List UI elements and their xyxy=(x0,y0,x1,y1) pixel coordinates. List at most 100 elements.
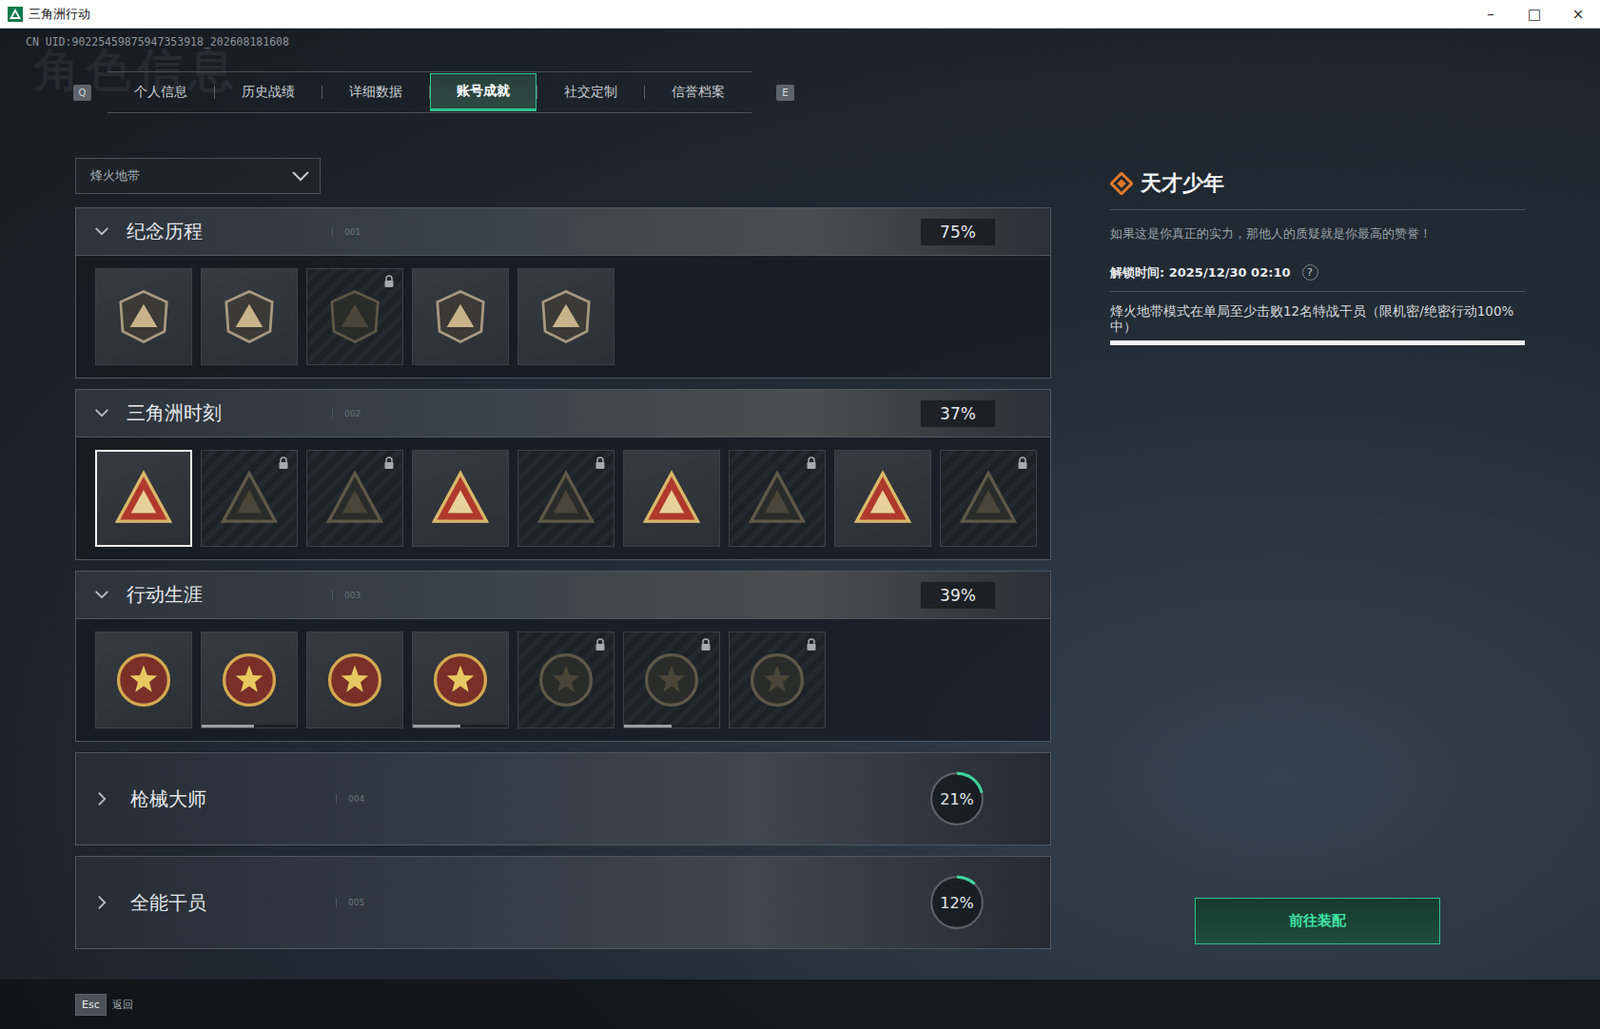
badge-tile[interactable] xyxy=(517,631,615,729)
badge-tile[interactable] xyxy=(834,449,932,547)
next-tab-key[interactable]: E xyxy=(776,84,795,101)
progress-ring: 12% xyxy=(927,873,987,933)
progress-ring: 21% xyxy=(927,769,987,829)
achievement-progress xyxy=(1110,340,1525,346)
badge-tile[interactable] xyxy=(517,449,615,547)
mode-dropdown[interactable]: 烽火地带 xyxy=(75,157,321,195)
badge-icon xyxy=(112,467,176,530)
section-number: 002 xyxy=(331,409,361,419)
chevron-down-icon xyxy=(93,589,111,601)
badge-tile[interactable] xyxy=(411,268,509,366)
badge-icon xyxy=(534,648,598,712)
tab[interactable]: 账号成就 xyxy=(429,73,537,112)
chevron-right-icon xyxy=(97,790,108,808)
badge-icon xyxy=(112,285,176,349)
chevron-down-icon xyxy=(291,170,311,182)
section-header[interactable]: 全能干员 005 12% xyxy=(76,857,1051,949)
badge-tile[interactable] xyxy=(411,449,509,547)
badge-tile[interactable] xyxy=(306,268,404,366)
achievement-requirement: 烽火地带模式在单局至少击败12名特战干员（限机密/绝密行动100%中） xyxy=(1110,303,1525,336)
section-title: 三角洲时刻 xyxy=(126,400,317,427)
window-control[interactable]: × xyxy=(1556,0,1600,28)
section-number: 005 xyxy=(335,897,365,908)
lock-icon xyxy=(805,456,818,470)
section-percent: 39% xyxy=(920,582,996,609)
tab[interactable]: 信誉档案 xyxy=(644,73,752,112)
equip-button[interactable]: 前往装配 xyxy=(1194,897,1441,945)
tab[interactable]: 历史战绩 xyxy=(214,73,322,112)
section-header[interactable]: 三角洲时刻00237% xyxy=(76,390,1051,438)
badge-tile[interactable] xyxy=(728,631,826,729)
achievement-detail: 天才少年如果这是你真正的实力，那他人的质疑就是你最高的赞誉！ 解锁时间: 2025… xyxy=(1110,157,1525,980)
badge-icon xyxy=(745,648,809,712)
badge-tile[interactable] xyxy=(623,449,721,547)
badge-tile[interactable] xyxy=(623,631,721,729)
badge-tile[interactable] xyxy=(200,268,298,366)
badge-icon xyxy=(323,285,387,349)
delta-logo-icon xyxy=(7,6,23,22)
game-window: 三角洲行动 –□×角色信息CN UID:90225459875947353918_… xyxy=(0,0,1600,1029)
badge-tile[interactable] xyxy=(728,449,826,547)
badge-icon xyxy=(956,467,1020,530)
badge-tile[interactable] xyxy=(306,631,404,729)
badge-tile[interactable] xyxy=(95,268,193,366)
badge-icon xyxy=(534,285,598,349)
achievement-description: 如果这是你真正的实力，那他人的质疑就是你最高的赞誉！ xyxy=(1110,224,1525,244)
badge-tile[interactable] xyxy=(95,449,193,547)
tab[interactable]: 社交定制 xyxy=(537,73,644,112)
badge-icon xyxy=(217,285,281,349)
badge-progress xyxy=(412,724,508,728)
badge-icon xyxy=(640,648,703,712)
footer-bar: Esc 返回 xyxy=(0,979,1600,1029)
section-number: 004 xyxy=(335,794,365,804)
help-button[interactable]: ? xyxy=(1302,264,1319,281)
achievement-section: 纪念历程00175% xyxy=(75,207,1052,379)
title-bar: 三角洲行动 –□× xyxy=(0,0,1600,29)
chevron-right-icon xyxy=(97,894,108,912)
chevron-down-icon xyxy=(93,408,111,419)
badge-icon xyxy=(429,285,492,349)
back-label[interactable]: 返回 xyxy=(112,997,134,1013)
badge-icon xyxy=(534,467,598,530)
window-control[interactable]: □ xyxy=(1512,0,1557,28)
badge-tile[interactable] xyxy=(95,631,193,729)
lock-icon xyxy=(383,456,395,470)
section-header[interactable]: 枪械大师00421% xyxy=(76,753,1051,845)
badge-icon xyxy=(640,467,703,530)
badge-tile[interactable] xyxy=(517,268,615,366)
badge-tile[interactable] xyxy=(200,449,298,547)
lock-icon xyxy=(1016,456,1029,470)
badge-tile[interactable] xyxy=(411,631,509,729)
window-control[interactable]: – xyxy=(1468,0,1513,28)
lock-icon xyxy=(700,638,712,652)
badge-tile[interactable] xyxy=(200,631,298,729)
tab[interactable]: 个人信息 xyxy=(107,73,215,112)
badge-progress xyxy=(201,724,297,728)
section-header[interactable]: 行动生涯00339% xyxy=(76,571,1051,620)
badge-icon xyxy=(217,648,281,712)
window-title: 三角洲行动 xyxy=(28,5,91,23)
unlock-time: 解锁时间: 2025/12/30 02:10 xyxy=(1110,264,1291,282)
lock-icon xyxy=(594,456,606,470)
badge-grid xyxy=(76,255,1051,378)
chevron-down-icon xyxy=(93,226,111,237)
badge-tile[interactable] xyxy=(939,449,1037,547)
prev-tab-key[interactable]: Q xyxy=(73,84,92,101)
badge-icon xyxy=(745,467,809,530)
tab[interactable]: 详细数据 xyxy=(322,73,430,112)
badge-tile[interactable] xyxy=(306,449,404,547)
achievement-section: 枪械大师00421% xyxy=(75,752,1052,846)
achievement-title: 天才少年 xyxy=(1140,169,1225,198)
achievement-section: 行动生涯00339% xyxy=(75,570,1052,742)
achievement-screen: 角色信息CN UID:90225459875947353918_20260818… xyxy=(0,28,1600,1029)
section-title: 全能干员 xyxy=(130,890,321,917)
badge-icon xyxy=(217,467,281,530)
achievement-section: 三角洲时刻00237% xyxy=(75,389,1052,561)
section-title: 纪念历程 xyxy=(126,218,317,245)
badge-progress xyxy=(624,724,720,728)
back-key[interactable]: Esc xyxy=(75,994,107,1016)
section-title: 行动生涯 xyxy=(126,582,317,608)
section-header[interactable]: 纪念历程00175% xyxy=(76,208,1051,256)
diamond-icon xyxy=(1110,172,1133,196)
lock-icon xyxy=(383,274,395,289)
